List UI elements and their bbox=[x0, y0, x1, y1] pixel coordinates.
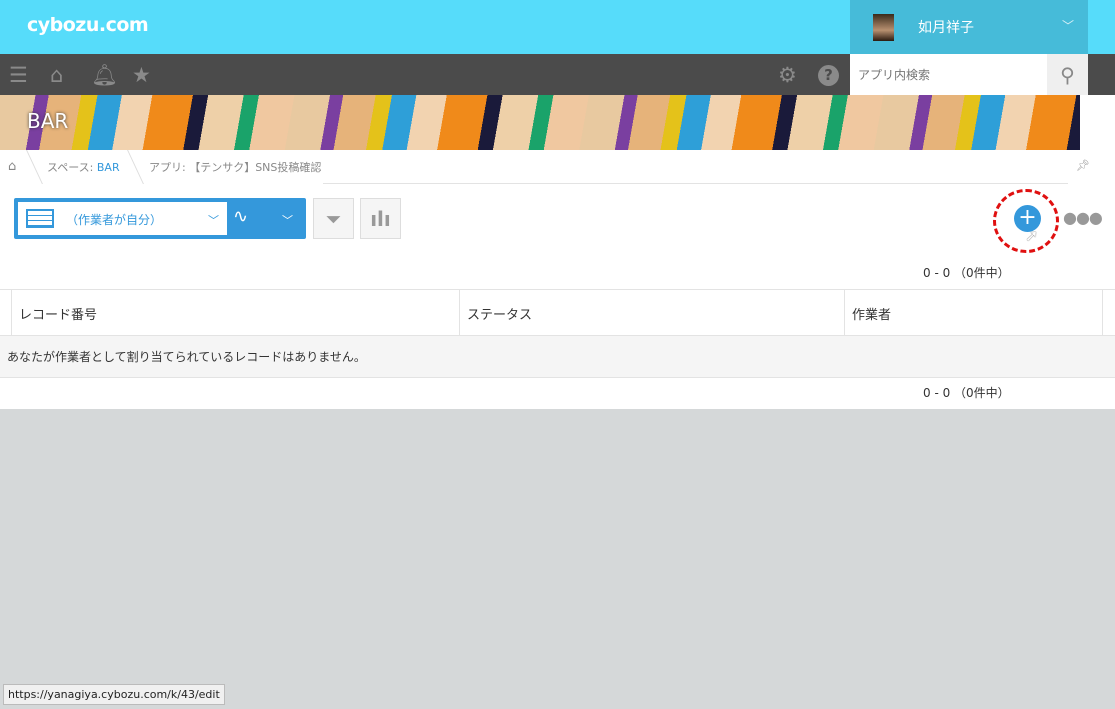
table-icon bbox=[26, 209, 54, 228]
search-input[interactable] bbox=[850, 54, 1047, 95]
view-selector[interactable]: （作業者が自分） ﹀ ∿ ﹀ bbox=[14, 198, 306, 239]
help-icon[interactable]: ? bbox=[818, 65, 839, 86]
banner-edge bbox=[1080, 95, 1115, 150]
mouse-cursor-icon: ➚ bbox=[1025, 226, 1039, 245]
breadcrumb-app[interactable]: アプリ: 【テンサク】SNS投稿確認 bbox=[149, 159, 321, 175]
app-search: ⚲ bbox=[850, 54, 1088, 95]
main-content: ⌂ スペース: BAR アプリ: 【テンサク】SNS投稿確認 📌︎ （作業者が自… bbox=[0, 150, 1115, 409]
status-bar-url: https://yanagiya.cybozu.com/k/43/edit bbox=[3, 684, 225, 705]
pin-icon[interactable]: 📌︎ bbox=[1076, 159, 1090, 172]
bar-chart-icon: ılı bbox=[370, 206, 391, 231]
column-status[interactable]: ステータス bbox=[459, 290, 844, 336]
empty-message: あなたが作業者として割り当てられているレコードはありません。 bbox=[0, 336, 1115, 378]
search-button[interactable]: ⚲ bbox=[1047, 54, 1088, 95]
menu-icon[interactable]: ☰ bbox=[9, 63, 28, 87]
gear-icon[interactable]: ⚙ bbox=[778, 63, 797, 87]
top-header: cybozu.com 如月祥子 ﹀ bbox=[0, 0, 1115, 54]
chevron-down-icon: ﹀ bbox=[208, 214, 219, 227]
graph-button[interactable]: ılı bbox=[360, 198, 401, 239]
space-banner bbox=[0, 95, 1080, 150]
chevron-down-icon: ﹀ bbox=[1061, 19, 1074, 33]
user-name: 如月祥子 bbox=[918, 20, 974, 36]
star-icon[interactable]: ★ bbox=[132, 63, 151, 87]
column-record-number[interactable]: レコード番号 bbox=[11, 290, 459, 336]
filter-button[interactable]: ⏷ bbox=[313, 198, 354, 239]
view-dropdown[interactable]: （作業者が自分） ﹀ bbox=[18, 202, 227, 235]
view-label: （作業者が自分） bbox=[66, 213, 163, 227]
breadcrumb-space-link[interactable]: BAR bbox=[97, 161, 120, 174]
search-icon: ⚲ bbox=[1060, 62, 1075, 87]
graph-icon[interactable]: ∿ bbox=[233, 206, 248, 227]
table-header: レコード番号 ステータス 作業者 bbox=[0, 289, 1115, 336]
avatar bbox=[873, 14, 894, 41]
breadcrumb-space-prefix: スペース: bbox=[47, 161, 97, 174]
cybozu-logo[interactable]: cybozu.com bbox=[27, 14, 149, 36]
space-title: BAR bbox=[27, 109, 69, 133]
divider bbox=[323, 183, 1068, 184]
column-assignee[interactable]: 作業者 bbox=[844, 290, 1103, 336]
breadcrumb-separator bbox=[118, 150, 144, 184]
home-icon[interactable]: ⌂ bbox=[8, 159, 16, 174]
breadcrumb-separator bbox=[17, 150, 43, 184]
chevron-down-icon[interactable]: ﹀ bbox=[282, 212, 293, 228]
pager-bottom: 0 - 0 （0件中） bbox=[923, 386, 1010, 400]
bell-icon[interactable]: 🔔︎ bbox=[91, 63, 118, 88]
user-menu[interactable]: 如月祥子 ﹀ bbox=[850, 0, 1088, 54]
home-icon[interactable]: ⌂ bbox=[50, 63, 63, 87]
pager-top: 0 - 0 （0件中） bbox=[923, 266, 1010, 280]
filter-icon: ⏷ bbox=[325, 206, 342, 231]
more-options-icon[interactable]: ●●● bbox=[1063, 208, 1103, 227]
breadcrumb-space[interactable]: スペース: BAR bbox=[47, 159, 120, 175]
